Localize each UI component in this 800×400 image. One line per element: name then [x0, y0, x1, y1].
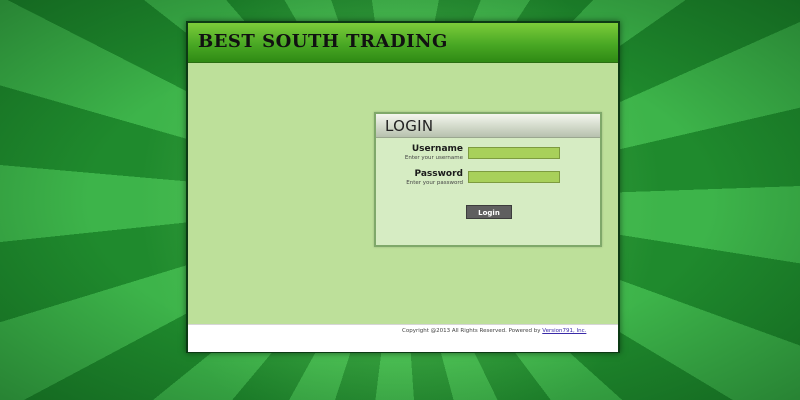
username-input[interactable] [468, 147, 560, 159]
login-panel: LOGIN Username Enter your username Passw… [374, 112, 602, 247]
footer-copyright: Copyright @2013 All Rights Reserved. Pow… [402, 328, 586, 334]
login-title: LOGIN [385, 117, 434, 135]
footer-copyright-text: Copyright @2013 All Rights Reserved. Pow… [402, 328, 541, 334]
login-button[interactable]: Login [466, 205, 512, 219]
main-content: LOGIN Username Enter your username Passw… [188, 63, 618, 324]
password-label: Password [414, 169, 463, 179]
username-hint: Enter your username [404, 155, 463, 161]
site-footer: Copyright @2013 All Rights Reserved. Pow… [188, 324, 618, 352]
password-input[interactable] [468, 171, 560, 183]
app-window: Best South Trading LOGIN Username Enter … [186, 21, 620, 353]
site-logo: Best South Trading [198, 31, 448, 52]
site-header: Best South Trading [188, 23, 618, 63]
password-hint: Enter your password [406, 180, 463, 186]
login-title-bar: LOGIN [376, 114, 600, 138]
username-label: Username [411, 144, 463, 154]
footer-powered-by-link[interactable]: Version791, Inc. [542, 328, 586, 334]
